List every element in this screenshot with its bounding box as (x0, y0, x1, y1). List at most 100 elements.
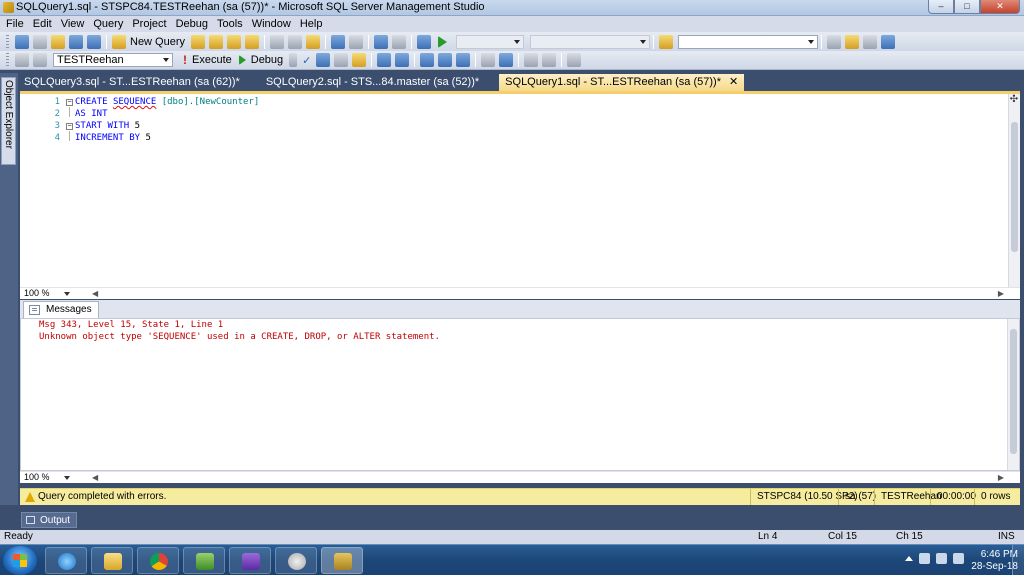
query-editor[interactable]: 1 2 3 4 − − CREATE SEQUENCE [dbo].[NewCo… (20, 91, 1020, 287)
save-all-icon[interactable] (87, 34, 101, 49)
scroll-thumb[interactable] (1010, 329, 1017, 454)
start-debugging-icon[interactable] (438, 35, 448, 48)
output-tab[interactable]: Output (21, 512, 78, 528)
editor-zoom-level[interactable]: 100 % (24, 288, 50, 298)
available-databases-combo[interactable]: TESTReehan (53, 53, 173, 67)
taskbar-file-explorer[interactable] (91, 547, 133, 574)
solution-configuration-combo[interactable] (456, 34, 525, 49)
scroll-right-icon[interactable]: ▶ (998, 472, 1004, 483)
scroll-left-icon[interactable]: ◀ (92, 288, 98, 299)
change-connection-icon[interactable] (33, 53, 47, 67)
paste-icon[interactable] (306, 34, 321, 49)
action-center-icon[interactable] (936, 553, 947, 564)
taskbar-ssms[interactable] (321, 547, 363, 574)
cut-icon[interactable] (270, 34, 285, 49)
menu-edit[interactable]: Edit (33, 18, 58, 30)
analysis-query-icon[interactable] (209, 34, 224, 49)
collapse-region-icon[interactable]: − (66, 99, 73, 106)
results-to-file-icon[interactable] (456, 53, 471, 67)
maximize-button[interactable]: □ (954, 0, 980, 14)
specify-template-values-icon[interactable] (567, 53, 582, 67)
object-explorer-tab[interactable]: Object Explorer (1, 77, 16, 165)
navigate-icon[interactable] (374, 34, 389, 49)
toolbar-grip[interactable] (6, 53, 9, 67)
redo-icon[interactable] (349, 34, 364, 49)
estimated-plan-icon[interactable] (316, 53, 331, 67)
menu-view[interactable]: View (61, 18, 91, 30)
add-item-icon[interactable] (33, 34, 47, 49)
menu-query[interactable]: Query (93, 18, 129, 30)
database-engine-query-icon[interactable] (191, 34, 206, 49)
intellisense-icon[interactable] (352, 53, 367, 67)
close-tab-icon[interactable]: ✕ (729, 76, 738, 88)
network-warning-icon[interactable] (919, 553, 930, 564)
find-icon[interactable] (392, 34, 407, 49)
new-query-button[interactable]: New Query (130, 36, 185, 48)
debug-button[interactable]: Debug (251, 54, 283, 66)
messages-panel[interactable]: Msg 343, Level 15, State 1, Line 1 Unkno… (20, 318, 1020, 471)
solution-platform-combo[interactable] (530, 34, 651, 49)
cancel-query-icon[interactable] (289, 53, 298, 67)
mdx-query-icon[interactable] (227, 34, 242, 49)
screen-icon[interactable] (417, 34, 432, 49)
results-to-grid-icon[interactable] (438, 53, 453, 67)
taskbar-chrome[interactable] (137, 547, 179, 574)
close-window-button[interactable]: ✕ (980, 0, 1020, 14)
taskbar-visual-studio[interactable] (229, 547, 271, 574)
debug-play-icon[interactable] (238, 55, 246, 65)
actual-plan-icon[interactable] (377, 53, 392, 67)
find-combo[interactable] (678, 34, 819, 49)
client-statistics-icon[interactable] (395, 53, 410, 67)
find-in-files-icon[interactable] (659, 34, 674, 49)
results-to-text-icon[interactable] (420, 53, 435, 67)
collapse-region-icon[interactable]: − (66, 123, 73, 130)
taskbar-internet-explorer[interactable] (45, 547, 87, 574)
results-zoom-level[interactable]: 100 % (24, 472, 50, 482)
minimize-button[interactable]: – (928, 0, 954, 14)
properties-icon[interactable] (863, 34, 878, 49)
uncomment-icon[interactable] (499, 53, 514, 67)
comment-icon[interactable] (481, 53, 496, 67)
registered-servers-icon[interactable] (827, 34, 842, 49)
new-query-icon[interactable] (112, 34, 126, 49)
undo-icon[interactable] (331, 34, 346, 49)
window-layout-icon[interactable] (881, 34, 896, 49)
tab-messages[interactable]: Messages (23, 301, 99, 318)
tab-sqlquery2[interactable]: SQLQuery2.sql - STS...84.master (sa (52)… (260, 74, 485, 91)
menu-help[interactable]: Help (300, 18, 329, 30)
chevron-down-icon[interactable] (63, 475, 70, 480)
menu-debug[interactable]: Debug (176, 18, 214, 30)
menu-window[interactable]: Window (252, 18, 297, 30)
parse-check-icon[interactable]: ✓ (302, 54, 311, 67)
open-file-icon[interactable] (51, 34, 65, 49)
scroll-thumb[interactable] (1011, 122, 1018, 252)
tab-sqlquery1[interactable]: SQLQuery1.sql - ST...ESTReehan (sa (57))… (499, 74, 745, 91)
object-explorer-icon[interactable] (845, 34, 860, 49)
menu-file[interactable]: File (6, 18, 30, 30)
scroll-left-icon[interactable]: ◀ (92, 472, 98, 483)
messages-vertical-scrollbar[interactable] (1007, 319, 1019, 470)
increase-indent-icon[interactable] (542, 53, 557, 67)
menu-project[interactable]: Project (132, 18, 172, 30)
new-project-icon[interactable] (15, 34, 29, 49)
connect-icon[interactable] (15, 53, 29, 67)
query-designer-icon[interactable] (334, 53, 349, 67)
decrease-indent-icon[interactable] (524, 53, 539, 67)
taskbar-mouse-settings[interactable] (275, 547, 317, 574)
tab-sqlquery3[interactable]: SQLQuery3.sql - ST...ESTReehan (sa (62))… (18, 74, 246, 91)
show-hidden-icons-icon[interactable] (905, 556, 913, 561)
menu-tools[interactable]: Tools (217, 18, 249, 30)
chevron-down-icon[interactable] (63, 291, 70, 296)
copy-icon[interactable] (288, 34, 303, 49)
scroll-right-icon[interactable]: ▶ (998, 288, 1004, 299)
toolbar-grip[interactable] (6, 34, 9, 49)
monitor-icon[interactable] (953, 553, 964, 564)
split-window-icon[interactable]: ✣ (1009, 95, 1019, 105)
save-icon[interactable] (69, 34, 83, 49)
show-desktop-button[interactable] (1012, 545, 1024, 575)
dmx-query-icon[interactable] (245, 34, 260, 49)
execute-button[interactable]: Execute (192, 54, 232, 66)
editor-vertical-scrollbar[interactable]: ✣ (1008, 94, 1020, 287)
start-button[interactable] (3, 546, 37, 575)
taskbar-project-app[interactable] (183, 547, 225, 574)
